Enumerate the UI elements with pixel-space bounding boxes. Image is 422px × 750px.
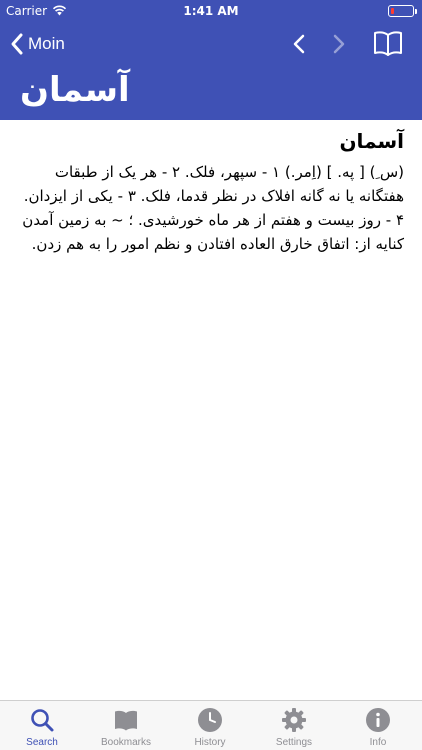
battery-icon [388,5,417,17]
status-bar: Carrier 1:41 AM [0,0,422,24]
tab-info[interactable]: Info [336,701,420,750]
gear-icon [282,708,306,732]
tab-bar: Search Bookmarks History Settings Info [0,700,422,750]
definition-content: آسمان (س ِ) [ په. ] (اِمر.) ۱ - سپهر، فل… [20,124,404,256]
tab-search[interactable]: Search [0,701,84,750]
definition-text: (س ِ) [ په. ] (اِمر.) ۱ - سپهر، فلک. ۲ -… [22,163,404,253]
tab-search-label: Search [26,737,58,748]
search-icon [31,709,54,732]
clock-icon [198,708,222,732]
tab-history[interactable]: History [168,701,252,750]
tab-info-label: Info [369,737,387,748]
app-header: Carrier 1:41 AM Moin آسمان [0,0,422,120]
next-entry-button[interactable] [328,30,350,58]
back-button-label: Moin [28,34,65,53]
book-open-icon[interactable] [372,28,404,58]
tab-bookmarks-label: Bookmarks [100,737,151,748]
back-button[interactable]: Moin [10,30,65,58]
tab-bookmarks[interactable]: Bookmarks [84,701,168,750]
bookmarks-icon [115,710,137,731]
info-icon [366,708,390,732]
headword: آسمان [339,129,404,153]
tab-settings-label: Settings [275,737,313,748]
battery-level [391,8,394,14]
status-time: 1:41 AM [183,4,239,18]
chevron-left-icon [11,33,23,55]
tab-history-label: History [194,737,226,748]
navigation-bar: Moin [0,24,422,64]
previous-entry-button[interactable] [288,30,310,58]
page-title: آسمان [20,70,130,110]
tab-settings[interactable]: Settings [252,701,336,750]
